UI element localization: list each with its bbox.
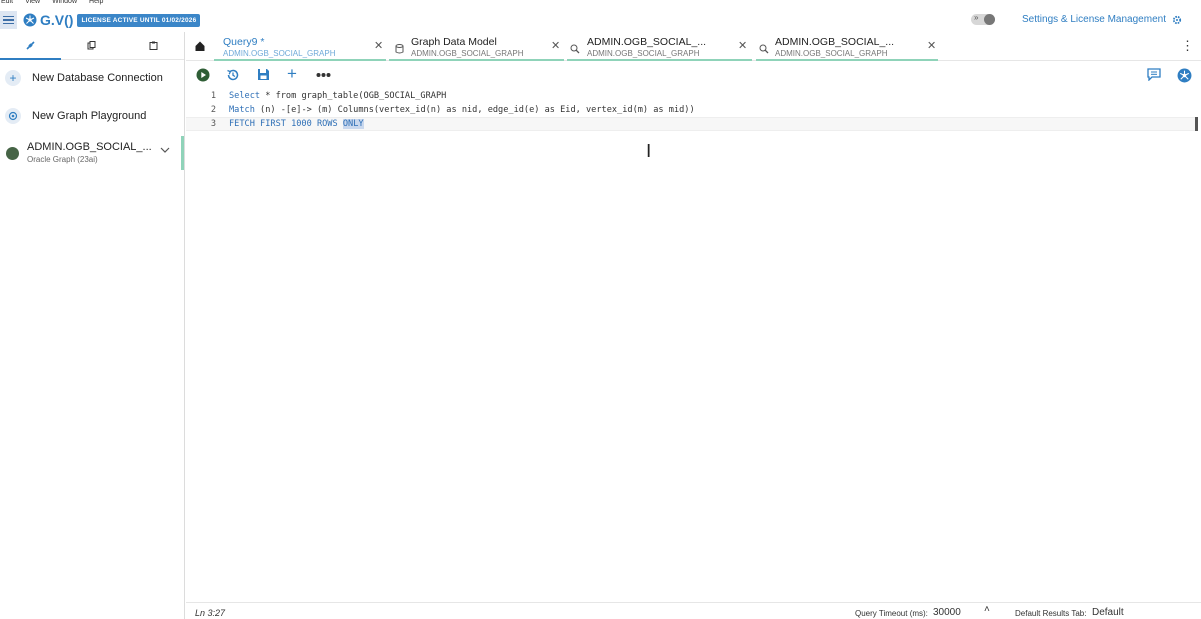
tab-title: ADMIN.OGB_SOCIAL_... (775, 36, 895, 48)
code-line: 2 Match (n) -[e]-> (m) Columns(vertex_id… (186, 103, 1196, 117)
selected-text: ONLY (342, 119, 364, 129)
sidebar: + New Database Connection New Graph Play… (0, 32, 185, 619)
menu-bar: Edit View Window Help (0, 0, 1201, 8)
results-tab-label: Default Results Tab: (1015, 609, 1087, 618)
menu-edit[interactable]: Edit (1, 0, 13, 8)
tab-clipboard[interactable] (123, 32, 184, 59)
graph-search-icon (759, 41, 769, 59)
code-editor[interactable]: 1 Select * from graph_table(OGB_SOCIAL_G… (186, 89, 1201, 602)
tab-title: ADMIN.OGB_SOCIAL_... (587, 36, 707, 48)
status-bar: Ln 3:27 Query Timeout (ms): 30000 ˄ Defa… (186, 602, 1201, 619)
tab-admin-ogb-social-2[interactable]: ADMIN.OGB_SOCIAL_... ADMIN.OGB_SOCIAL_GR… (756, 32, 938, 61)
home-icon[interactable] (194, 39, 206, 57)
mode-toggle[interactable]: » (971, 13, 995, 25)
close-icon[interactable]: ✕ (551, 39, 560, 52)
tab-subtitle: ADMIN.OGB_SOCIAL_GRAPH (223, 49, 336, 58)
toggle-knob (984, 14, 995, 25)
close-icon[interactable]: ✕ (738, 39, 747, 52)
tab-admin-ogb-social-1[interactable]: ADMIN.OGB_SOCIAL_... ADMIN.OGB_SOCIAL_GR… (567, 32, 752, 61)
text-cursor-icon: I (646, 141, 652, 162)
line-number: 1 (210, 91, 216, 101)
connection-name: ADMIN.OGB_SOCIAL_... (27, 141, 152, 153)
tab-graph-data-model[interactable]: Graph Data Model ADMIN.OGB_SOCIAL_GRAPH … (389, 32, 564, 61)
menu-view[interactable]: View (25, 0, 40, 8)
tab-underline (389, 59, 564, 61)
editor-toolbar: + (186, 62, 1201, 89)
save-button[interactable] (257, 68, 270, 81)
results-tab-select[interactable]: Default (1092, 607, 1124, 618)
graph-logo-icon (23, 13, 37, 27)
code-text: FETCH FIRST 1000 ROWS ONLY (229, 119, 364, 129)
code-text: Select * from graph_table(OGB_SOCIAL_GRA… (229, 91, 447, 101)
top-bar: G.V() LICENSE ACTIVE UNTIL 01/02/2026 » … (0, 8, 1201, 32)
connection-active-bar (181, 136, 184, 170)
tab-subtitle: ADMIN.OGB_SOCIAL_GRAPH (587, 49, 700, 58)
copy-icon (87, 41, 96, 50)
connection-type: Oracle Graph (23ai) (27, 155, 98, 164)
tab-copy[interactable] (61, 32, 122, 59)
connect-icon (26, 41, 35, 50)
graph-playground-icon (5, 108, 21, 124)
settings-label: Settings & License Management (1022, 14, 1166, 25)
graph-view-icon[interactable] (1177, 68, 1192, 83)
connection-item[interactable]: ADMIN.OGB_SOCIAL_... Oracle Graph (23ai) (0, 136, 184, 170)
tab-connections[interactable] (0, 32, 62, 60)
active-tab-underline (214, 59, 386, 61)
run-query-button[interactable] (196, 68, 210, 82)
close-icon[interactable]: ✕ (927, 39, 936, 52)
menu-window[interactable]: Window (52, 0, 77, 8)
hamburger-menu-icon[interactable] (0, 11, 17, 29)
add-icon[interactable]: + (287, 64, 297, 84)
tab-title: Graph Data Model (411, 36, 497, 48)
graph-search-icon (570, 41, 580, 59)
database-icon (395, 41, 404, 59)
code-line-current: 3 FETCH FIRST 1000 ROWS ONLY (186, 117, 1196, 131)
cursor-position: Ln 3:27 (195, 608, 226, 618)
toggle-chevron-icon: » (974, 13, 979, 22)
logo-text: G.V() (40, 12, 74, 28)
license-badge: LICENSE ACTIVE UNTIL 01/02/2026 (77, 13, 201, 27)
gear-icon (1172, 15, 1182, 24)
connection-status-dot (6, 147, 19, 160)
chevron-up-icon[interactable]: ˄ (984, 604, 990, 615)
tab-underline (567, 59, 752, 61)
tab-underline (756, 59, 938, 61)
new-graph-playground-label: New Graph Playground (32, 110, 147, 122)
history-icon (227, 69, 239, 81)
timeout-input[interactable]: 30000 (933, 607, 961, 618)
app-logo: G.V() (23, 12, 73, 28)
editor-tab-bar: Query9 * ADMIN.OGB_SOCIAL_GRAPH ✕ Graph … (186, 32, 1201, 61)
sidebar-tabs (0, 32, 184, 60)
history-button[interactable] (226, 68, 240, 82)
line-number: 2 (210, 105, 216, 115)
tab-query9[interactable]: Query9 * ADMIN.OGB_SOCIAL_GRAPH ✕ (214, 32, 386, 61)
clipboard-icon (149, 41, 158, 50)
plus-icon: + (5, 70, 21, 86)
close-icon[interactable]: ✕ (374, 39, 383, 52)
timeout-label: Query Timeout (ms): (855, 609, 928, 618)
scrollbar-marker[interactable] (1195, 117, 1198, 131)
settings-link[interactable]: Settings & License Management (1022, 14, 1182, 25)
more-vertical-icon[interactable]: ⋮ (1181, 38, 1194, 54)
code-line: 1 Select * from graph_table(OGB_SOCIAL_G… (186, 89, 1196, 103)
line-number: 3 (210, 119, 216, 129)
save-icon (258, 69, 269, 80)
chevron-down-icon[interactable] (160, 146, 170, 157)
tab-subtitle: ADMIN.OGB_SOCIAL_GRAPH (411, 49, 524, 58)
new-graph-playground-button[interactable]: New Graph Playground (0, 108, 184, 124)
tab-subtitle: ADMIN.OGB_SOCIAL_GRAPH (775, 49, 888, 58)
menu-help[interactable]: Help (89, 0, 103, 8)
new-database-connection-button[interactable]: + New Database Connection (0, 70, 184, 86)
comment-icon[interactable] (1147, 68, 1161, 81)
play-icon (196, 68, 210, 82)
code-text: Match (n) -[e]-> (m) Columns(vertex_id(n… (229, 105, 695, 115)
new-database-connection-label: New Database Connection (32, 72, 163, 84)
tab-title: Query9 * (223, 36, 265, 48)
more-horizontal-icon[interactable] (316, 68, 331, 82)
